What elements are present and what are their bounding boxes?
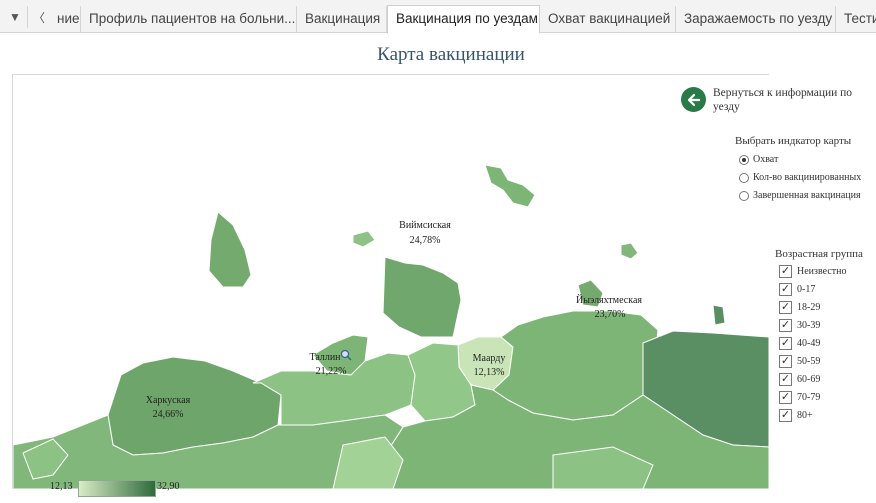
age-group-item[interactable]: ✓ 80+ (779, 409, 813, 422)
vaccination-map[interactable]: Виймсиская 24,78% Таллин 21,22% Маарду 1… (12, 74, 769, 489)
map-label-maardu-name: Маарду (473, 353, 506, 364)
age-group-label: 60-69 (797, 374, 821, 385)
age-group-label: 40-49 (797, 338, 821, 349)
map-region-viimsi (382, 256, 462, 338)
map-label-tallinn-name: Таллин (309, 352, 341, 363)
age-group-item[interactable]: ✓ 50-59 (779, 355, 820, 368)
checkbox-checked-icon[interactable]: ✓ (779, 391, 792, 404)
map-region-island-small (352, 230, 376, 248)
age-group-section-title: Возрастная группа (775, 248, 863, 260)
indicator-label: Завершенная вакцинация (753, 190, 861, 201)
age-group-item[interactable]: ✓ 40-49 (779, 337, 820, 350)
legend-max-value: 32,90 (157, 481, 180, 492)
tab-vaccination-coverage[interactable]: Охват вакцинацией (540, 6, 676, 32)
checkbox-checked-icon[interactable]: ✓ (779, 373, 792, 386)
map-label-tallinn-value: 21,22% (316, 366, 347, 377)
age-group-label: 0-17 (797, 284, 816, 295)
age-group-item[interactable]: ✓ 60-69 (779, 373, 820, 386)
age-group-label: 18-29 (797, 302, 821, 313)
checkbox-checked-icon[interactable]: ✓ (779, 319, 792, 332)
tab-patient-profile[interactable]: Профиль пациентов на больни... (81, 6, 297, 32)
checkbox-checked-icon[interactable]: ✓ (779, 301, 792, 314)
tab-infection-by-county[interactable]: Заражаемость по уезду (676, 6, 836, 32)
arrow-left-icon (687, 93, 700, 106)
age-group-label: 30-39 (797, 320, 821, 331)
tab-vaccination-by-county[interactable]: Вакцинация по уездам (387, 5, 540, 34)
age-group-label: Неизвестно (797, 266, 847, 277)
chevron-down-icon: ▼ (9, 10, 21, 24)
radio-button[interactable] (739, 154, 749, 165)
map-label-viimsi-name: Виймсиская (399, 220, 451, 231)
checkbox-checked-icon[interactable]: ✓ (779, 265, 792, 278)
page-title: Карта вакцинации (377, 44, 525, 65)
radio-button[interactable] (739, 172, 749, 183)
color-legend-bar (78, 480, 156, 497)
age-group-label: 50-59 (797, 356, 821, 367)
map-label-joelahtme-value: 23,70% (595, 309, 626, 320)
map-region-island-west (208, 211, 252, 288)
age-group-item[interactable]: ✓ 70-79 (779, 391, 820, 404)
radio-button[interactable] (739, 190, 749, 201)
indicator-label: Охват (753, 154, 779, 165)
indicator-option-completed[interactable]: Завершенная вакцинация (739, 190, 861, 201)
indicator-option-vaccinated-count[interactable]: Кол-во вакцинированных (739, 172, 861, 183)
map-label-harku-value: 24,66% (153, 409, 184, 420)
map-region-island-east2 (712, 304, 726, 326)
checkbox-checked-icon[interactable]: ✓ (779, 355, 792, 368)
age-group-item[interactable]: ✓ 18-29 (779, 301, 820, 314)
map-region-island-north (484, 164, 536, 208)
tab-menu-button[interactable]: ▼ (4, 6, 26, 28)
legend-min-value: 12,13 (50, 481, 73, 492)
map-label-maardu-value: 12,13% (474, 367, 505, 378)
tab-vaccination[interactable]: Вакцинация (297, 6, 387, 32)
map-label-joelahtme-name: Йыэляхтмеская (576, 294, 642, 306)
indicator-label: Кол-во вакцинированных (753, 172, 862, 183)
tab-scroll-left-button[interactable]: 〈 (27, 6, 51, 28)
age-group-item[interactable]: ✓ Неизвестно (779, 265, 846, 278)
map-canvas: Виймсиская 24,78% Таллин 21,22% Маарду 1… (13, 164, 769, 489)
checkbox-checked-icon[interactable]: ✓ (779, 283, 792, 296)
back-button[interactable] (681, 87, 706, 112)
indicator-section-title: Выбрать индкатор карты (735, 135, 852, 147)
tab-item[interactable]: ние (49, 6, 81, 32)
age-group-label: 70-79 (797, 392, 821, 403)
age-group-label: 80+ (797, 410, 813, 421)
map-label-viimsi-value: 24,78% (410, 235, 441, 246)
age-group-item[interactable]: ✓ 30-39 (779, 319, 820, 332)
indicator-option-coverage[interactable]: Охват (739, 154, 778, 165)
tab-tests[interactable]: Тести (836, 6, 876, 32)
checkbox-checked-icon[interactable]: ✓ (779, 337, 792, 350)
chevron-left-icon: 〈 (32, 10, 45, 25)
sheet-tab-bar: ▼ 〈 ние Профиль пациентов на больни... В… (0, 0, 876, 34)
checkbox-checked-icon[interactable]: ✓ (779, 409, 792, 422)
map-label-harku-name: Харкуская (146, 395, 191, 406)
back-to-county-info-link[interactable]: Вернуться к информации по уезду (713, 86, 868, 114)
age-group-item[interactable]: ✓ 0-17 (779, 283, 815, 296)
map-region-island-east (620, 242, 639, 260)
